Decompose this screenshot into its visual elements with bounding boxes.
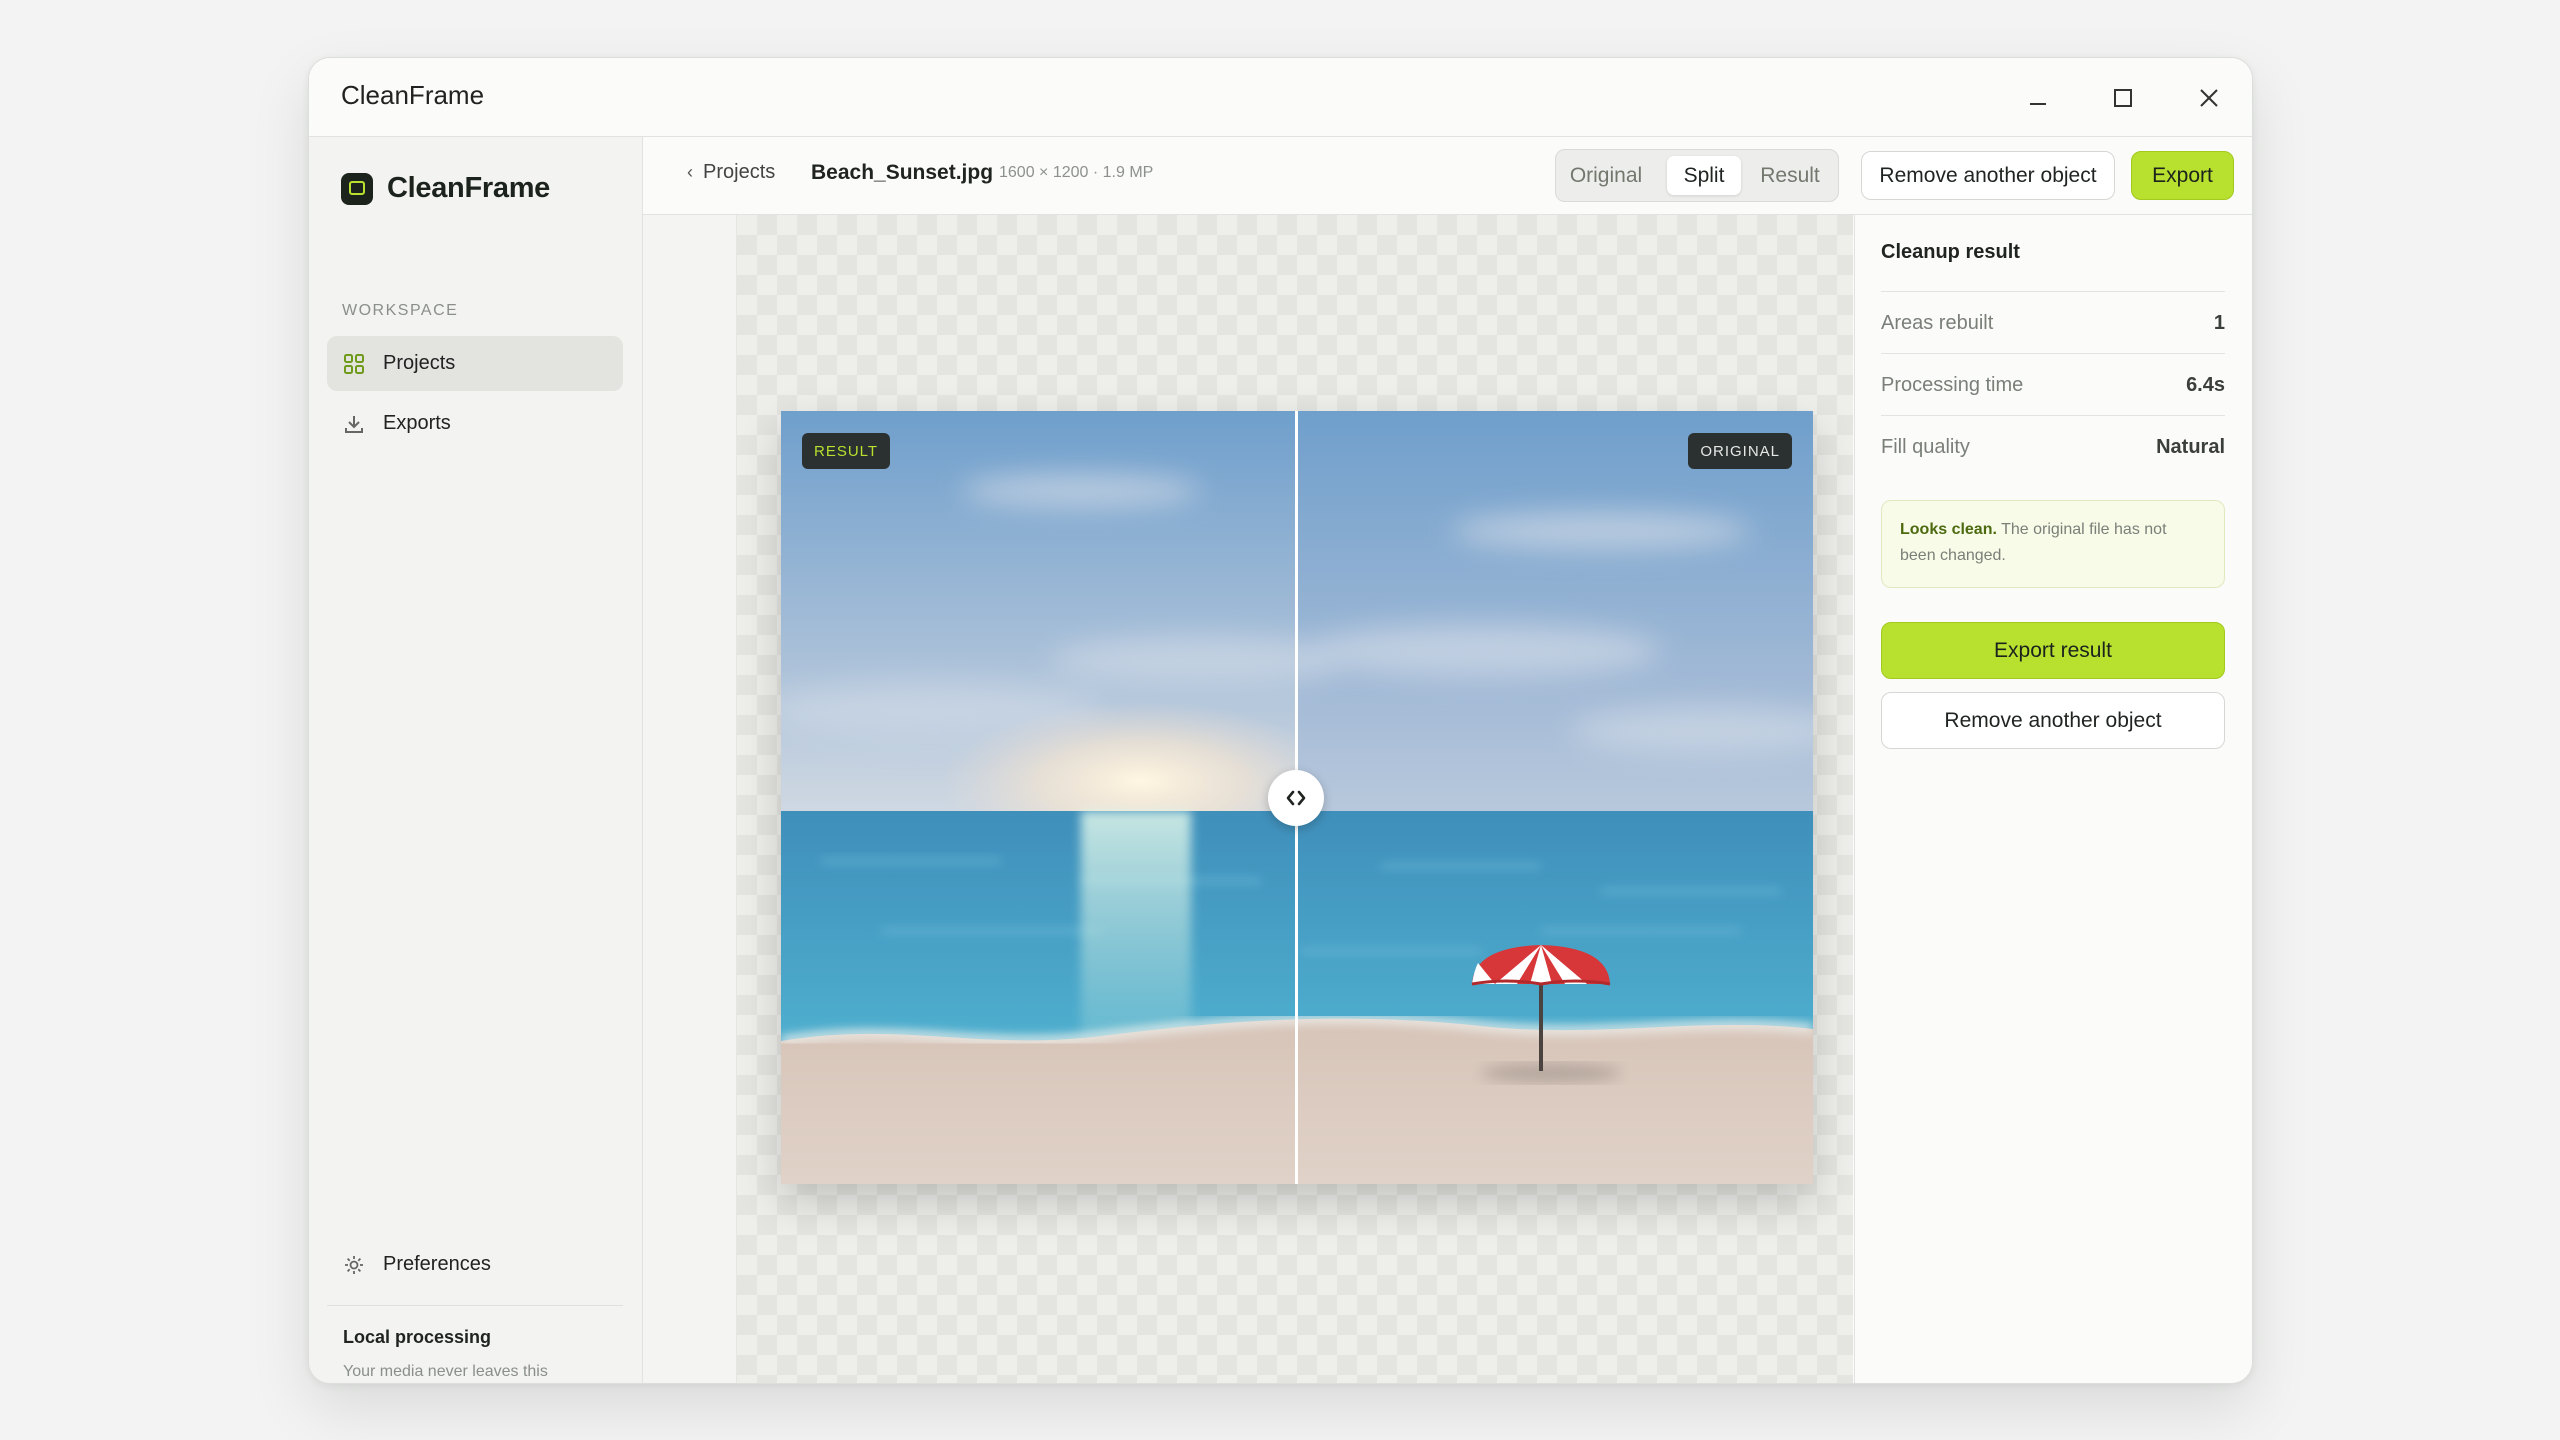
download-icon [345, 415, 363, 433]
gear-icon [345, 1255, 363, 1274]
sidebar-item-label: Projects [383, 352, 456, 374]
breadcrumb-label: Projects [703, 161, 776, 183]
view-mode-result[interactable]: Result [1750, 156, 1830, 195]
file-meta: 1600 × 1200 · 1.9 MP [999, 164, 1154, 181]
result-tag: RESULT [802, 433, 891, 469]
image-canvas: RESULT ORIGINAL [737, 215, 1853, 1383]
section-label-workspace: WORKSPACE [342, 302, 459, 319]
maximize-icon [2114, 89, 2132, 107]
split-drag-handle[interactable] [1268, 770, 1324, 826]
result-image [781, 411, 1297, 1184]
minimize-icon [2030, 103, 2046, 105]
remove-another-object-button[interactable]: Remove another object [1861, 151, 2115, 200]
stat-value: 6.4s [2186, 373, 2225, 396]
app-logo: CleanFrame [341, 172, 550, 205]
sidebar-item-exports[interactable]: Exports [327, 396, 623, 451]
logo-text: CleanFrame [387, 172, 551, 204]
chevron-left-icon: ‹ [687, 162, 693, 182]
stat-value: Natural [2156, 435, 2225, 458]
result-beach-image [781, 411, 1297, 1184]
stat-label: Areas rebuilt [1881, 311, 1994, 334]
original-beach-image [1297, 411, 1813, 1184]
stat-value: 1 [2213, 311, 2225, 334]
sidebar-divider [327, 1305, 623, 1306]
app-window: CleanFrame CleanFrame WORKSPACE Projects [308, 57, 2253, 1384]
maximize-button[interactable] [2103, 78, 2143, 118]
stat-row-areas-rebuilt: Areas rebuilt 1 [1881, 291, 2225, 354]
stat-label: Processing time [1881, 373, 2024, 396]
sidebar: CleanFrame WORKSPACE Projects Exports Pr… [309, 137, 643, 1383]
view-mode-toggle: Original Split Result [1555, 149, 1839, 202]
local-processing-title: Local processing [343, 1327, 492, 1347]
export-result-button[interactable]: Export result [1881, 622, 2225, 679]
file-name: Beach_Sunset.jpg [811, 161, 994, 184]
status-note: Looks clean. The original file has not b… [1881, 500, 2225, 588]
title-bar: CleanFrame [309, 58, 2252, 137]
status-note-strong: Looks clean. [1900, 521, 1997, 538]
close-icon [2200, 89, 2218, 107]
panel-title: Cleanup result [1881, 241, 2020, 263]
cleanup-result-panel: Cleanup result Areas rebuilt 1 Processin… [1854, 215, 2252, 1383]
view-mode-original[interactable]: Original [1564, 156, 1648, 195]
minimize-button[interactable] [2018, 78, 2058, 118]
breadcrumb-back-link[interactable]: ‹ Projects [687, 161, 775, 184]
split-compare-view[interactable]: RESULT ORIGINAL [781, 411, 1813, 1184]
sidebar-item-preferences[interactable]: Preferences [327, 1237, 623, 1292]
close-button[interactable] [2189, 78, 2229, 118]
sidebar-item-label: Exports [383, 412, 451, 434]
logo-icon [341, 172, 373, 205]
editor-toolbar: ‹ Projects Beach_Sunset.jpg 1600 × 1200 … [643, 137, 2252, 215]
preferences-label: Preferences [383, 1253, 491, 1275]
stat-row-processing-time: Processing time 6.4s [1881, 353, 2225, 416]
stat-label: Fill quality [1881, 435, 1970, 458]
panel-remove-another-object-button[interactable]: Remove another object [1881, 692, 2225, 749]
sidebar-item-projects[interactable]: Projects [327, 336, 623, 391]
local-processing-description: Your media never leaves this computer. [343, 1363, 548, 1380]
view-mode-split[interactable]: Split [1667, 156, 1741, 195]
export-button[interactable]: Export [2131, 151, 2234, 200]
chevrons-left-right-icon [1286, 790, 1306, 806]
canvas-gutter [643, 215, 737, 1383]
original-image [1297, 411, 1813, 1184]
original-tag: ORIGINAL [1688, 433, 1792, 469]
stat-row-fill-quality: Fill quality Natural [1881, 415, 2225, 478]
window-title: CleanFrame [341, 80, 485, 110]
grid-icon [344, 353, 364, 374]
